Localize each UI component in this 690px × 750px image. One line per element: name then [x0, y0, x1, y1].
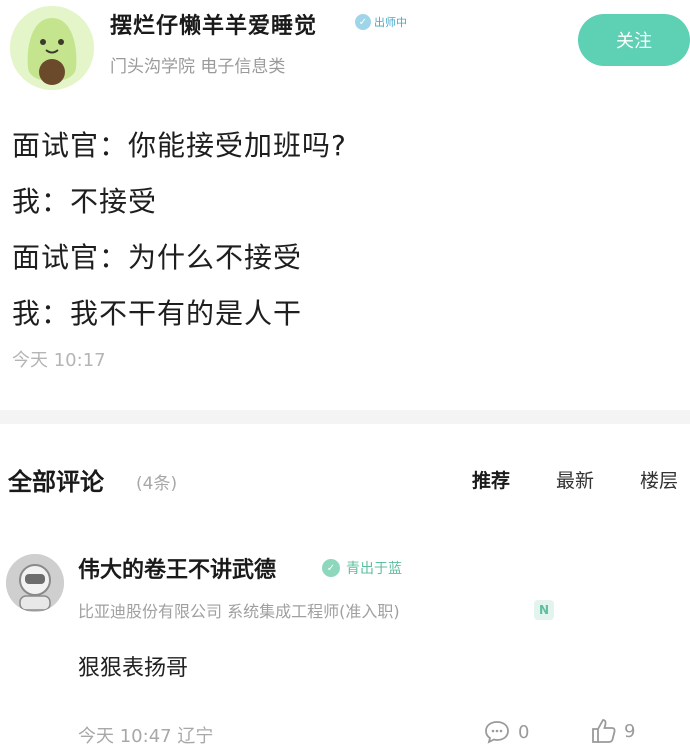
commenter-badge: ✓ 青出于蓝 — [322, 558, 402, 578]
commenter-badge-label: 青出于蓝 — [346, 561, 402, 577]
author-school: 门头沟学院 电子信息类 — [110, 57, 286, 77]
post-line: 面试官：你能接受加班吗? — [12, 129, 347, 162]
like-button[interactable]: 9 — [590, 718, 635, 744]
section-divider — [0, 410, 690, 424]
comment-item: 伟大的卷王不讲武德 ✓ 青出于蓝 比亚迪股份有限公司 系统集成工程师(准入职) … — [0, 540, 690, 750]
comments-count: (4条) — [136, 474, 178, 494]
reply-button[interactable]: 0 — [484, 720, 529, 744]
reply-count: 0 — [518, 721, 530, 743]
commenter-job: 比亚迪股份有限公司 系统集成工程师(准入职) — [78, 602, 400, 621]
comments-header: 全部评论 (4条) 推荐 最新 楼层 — [0, 454, 690, 510]
like-count: 9 — [624, 720, 636, 742]
post-line: 我：我不干有的是人干 — [12, 297, 303, 330]
comment-text: 狠狠表扬哥 — [78, 656, 189, 681]
thumbs-up-icon — [592, 719, 616, 743]
post-header: 摆烂仔懒羊羊爱睡觉 ✓ 出师中 门头沟学院 电子信息类 关注 — [0, 0, 690, 100]
commenter-avatar[interactable] — [6, 554, 64, 612]
badge-icon: ✓ — [355, 14, 371, 30]
comments-title: 全部评论 — [8, 468, 104, 496]
post-time: 今天 10:17 — [12, 350, 106, 371]
author-badge-label: 出师中 — [374, 16, 407, 29]
astronaut-avatar-icon — [6, 554, 64, 612]
post-line: 我：不接受 — [12, 185, 158, 218]
author-badge: ✓ 出师中 — [355, 14, 407, 30]
author-name[interactable]: 摆烂仔懒羊羊爱睡觉 — [110, 8, 317, 40]
comment-bubble-icon — [485, 721, 509, 744]
avocado-avatar-icon — [10, 6, 94, 90]
follow-button[interactable]: 关注 — [578, 14, 690, 66]
author-avatar[interactable] — [10, 6, 94, 90]
commenter-name[interactable]: 伟大的卷王不讲武德 — [78, 552, 276, 584]
tab-latest[interactable]: 最新 — [556, 466, 594, 493]
comment-meta: 今天 10:47 辽宁 — [78, 726, 214, 747]
tab-floor[interactable]: 楼层 — [640, 466, 678, 493]
post-line: 面试官：为什么不接受 — [12, 241, 303, 274]
badge-icon: ✓ — [322, 559, 340, 577]
job-tag: N — [534, 600, 554, 620]
tab-recommend[interactable]: 推荐 — [472, 466, 510, 493]
post-body: 面试官：你能接受加班吗? 我：不接受 面试官：为什么不接受 我：我不干有的是人干 — [12, 118, 672, 342]
